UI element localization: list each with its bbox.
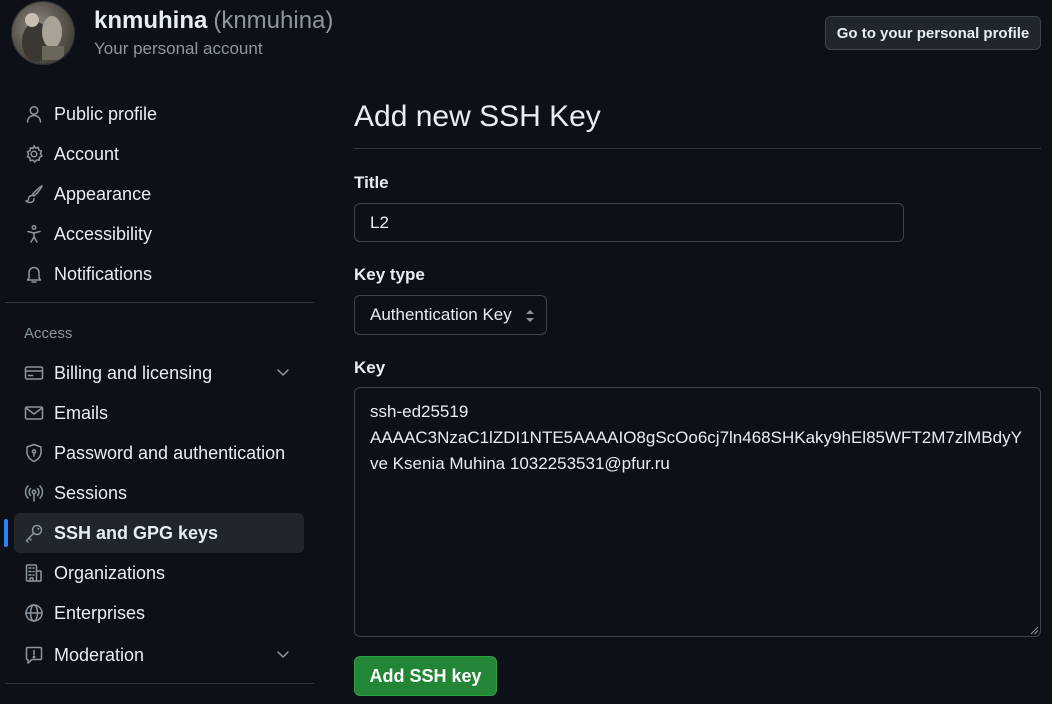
key-icon xyxy=(23,522,45,544)
globe-icon xyxy=(23,602,45,624)
sidebar-item-label: Organizations xyxy=(54,562,166,583)
page-title: Add new SSH Key xyxy=(354,100,601,133)
display-name: knmuhina xyxy=(94,7,208,34)
sidebar-item-organizations[interactable]: Organizations xyxy=(14,553,304,593)
sidebar-item-sessions[interactable]: Sessions xyxy=(14,473,304,513)
bell-icon xyxy=(23,263,45,285)
account-name: knmuhina (knmuhina) xyxy=(94,7,333,35)
sidebar-item-label: Public profile xyxy=(54,103,158,124)
sidebar-item-enterprises[interactable]: Enterprises xyxy=(14,593,304,633)
sidebar-item-billing[interactable]: Billing and licensing xyxy=(14,353,304,393)
key-label: Key xyxy=(354,358,386,377)
select-arrows-icon xyxy=(526,310,534,322)
sidebar-item-label: Accessibility xyxy=(54,223,153,244)
sidebar-item-accessibility[interactable]: Accessibility xyxy=(14,214,304,254)
account-subtitle: Your personal account xyxy=(94,39,263,58)
shield-lock-icon xyxy=(23,442,45,464)
sidebar-item-moderation[interactable]: Moderation xyxy=(14,635,304,675)
resize-handle-icon[interactable] xyxy=(1030,626,1039,635)
key-type-label: Key type xyxy=(354,265,425,284)
sidebar-item-label: Password and authentication xyxy=(54,442,286,463)
user-handle: (knmuhina) xyxy=(213,7,334,34)
title-input[interactable] xyxy=(354,203,904,242)
chevron-down-icon[interactable] xyxy=(274,645,292,663)
sidebar-item-notifications[interactable]: Notifications xyxy=(14,254,304,294)
avatar[interactable] xyxy=(12,2,74,64)
sidebar-item-label: Billing and licensing xyxy=(54,362,213,383)
title-divider xyxy=(354,148,1041,149)
sidebar-item-label: Notifications xyxy=(54,263,153,284)
sidebar-divider xyxy=(5,683,314,684)
key-type-selected: Authentication Key xyxy=(370,305,512,324)
access-heading: Access xyxy=(24,325,73,342)
mail-icon xyxy=(23,402,45,424)
sidebar-item-label: Enterprises xyxy=(54,602,146,623)
paintbrush-icon xyxy=(23,183,45,205)
active-indicator xyxy=(4,519,8,547)
title-label: Title xyxy=(354,173,389,192)
person-icon xyxy=(23,103,45,125)
chevron-down-icon[interactable] xyxy=(274,363,292,381)
add-ssh-key-button[interactable]: Add SSH key xyxy=(354,656,497,696)
accessibility-icon xyxy=(23,223,45,245)
sidebar-item-public-profile[interactable]: Public profile xyxy=(14,94,304,134)
key-type-select[interactable]: Authentication Key xyxy=(354,295,547,335)
sidebar-item-label: SSH and GPG keys xyxy=(54,522,219,543)
sidebar-item-label: Sessions xyxy=(54,482,128,503)
credit-card-icon xyxy=(23,362,45,384)
sidebar-divider xyxy=(5,302,314,303)
sidebar-item-label: Moderation xyxy=(54,644,145,665)
gear-icon xyxy=(23,143,45,165)
go-to-profile-button[interactable]: Go to your personal profile xyxy=(825,16,1041,50)
sidebar-item-label: Appearance xyxy=(54,183,152,204)
sidebar-item-account[interactable]: Account xyxy=(14,134,304,174)
sidebar-item-ssh-gpg-keys[interactable]: SSH and GPG keys xyxy=(4,513,304,553)
key-textarea[interactable]: ssh-ed25519 AAAAC3NzaC1lZDI1NTE5AAAAIO8g… xyxy=(354,387,1041,637)
sidebar-item-password[interactable]: Password and authentication xyxy=(14,433,304,473)
organization-icon xyxy=(23,562,45,584)
broadcast-icon xyxy=(23,482,45,504)
sidebar-item-label: Emails xyxy=(54,402,109,423)
sidebar-item-label: Account xyxy=(54,143,120,164)
sidebar-item-appearance[interactable]: Appearance xyxy=(14,174,304,214)
sidebar-item-emails[interactable]: Emails xyxy=(14,393,304,433)
report-icon xyxy=(23,644,45,666)
